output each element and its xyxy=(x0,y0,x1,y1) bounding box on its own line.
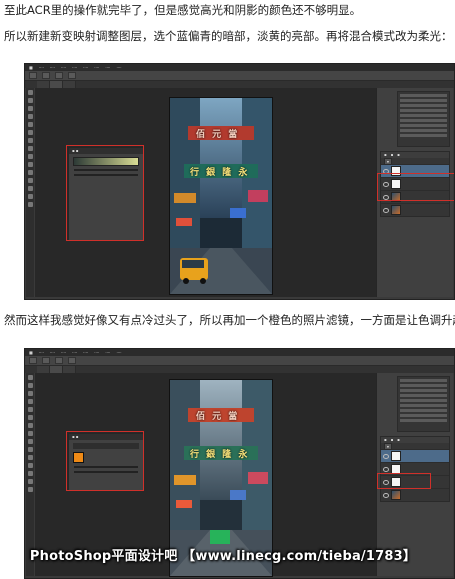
filter-color-swatch[interactable] xyxy=(73,452,84,463)
menu-bar: ■ ···· ···· ···· ···· ···· ···· ···· ···· xyxy=(25,349,454,356)
watermark: PhotoShop平面设计吧 【www.linecg.com/tieba/178… xyxy=(29,549,417,564)
blend-mode-dropdown[interactable]: ▾ xyxy=(384,158,392,165)
sign-mid: 行 銀 隆 永 xyxy=(190,168,250,178)
eye-icon[interactable] xyxy=(383,479,389,485)
density-slider[interactable] xyxy=(74,466,138,468)
document-tabs xyxy=(25,366,454,373)
eye-icon[interactable] xyxy=(383,181,389,187)
layer-thumbnail xyxy=(391,451,401,461)
layer-row[interactable] xyxy=(381,177,449,190)
eye-icon[interactable] xyxy=(383,453,389,459)
preserve-luminosity-option[interactable] xyxy=(74,471,138,473)
layer-thumbnail xyxy=(391,205,401,215)
history-panel xyxy=(397,91,450,147)
photoshop-screenshot-gradient-map: ■ ···· ···· ···· ···· ···· ···· ···· ···· xyxy=(24,63,455,300)
street-photo: 佰 元 當 行 銀 隆 永 xyxy=(169,97,273,295)
layer-thumbnail xyxy=(391,179,401,189)
options-bar xyxy=(25,71,454,81)
gradient-map-paragraph: 所以新建新变映射调整图层，选个蓝偏青的暗部，淡黄的亮部。再将混合模式改为柔光： xyxy=(4,29,453,43)
layer-gradient-map[interactable] xyxy=(381,462,449,475)
eye-icon[interactable] xyxy=(383,207,389,213)
properties-panel-gradient-map: ▪ ▪ xyxy=(68,147,144,241)
right-panels: ▪ ▪ ▪ ▾ xyxy=(376,88,453,297)
eye-icon[interactable] xyxy=(383,194,389,200)
document-tabs xyxy=(25,81,454,88)
layer-thumbnail xyxy=(391,192,401,202)
properties-header: ▪ ▪ xyxy=(69,434,143,440)
eye-icon[interactable] xyxy=(383,466,389,472)
layer-thumbnail xyxy=(391,464,401,474)
layer-row[interactable] xyxy=(381,475,449,488)
properties-panel-photo-filter: ▪ ▪ xyxy=(68,433,144,491)
layer-background[interactable] xyxy=(381,203,449,216)
options-bar xyxy=(25,356,454,366)
layer-row[interactable] xyxy=(381,190,449,203)
layer-thumbnail xyxy=(391,166,401,176)
layer-photo-filter[interactable] xyxy=(381,449,449,462)
eye-icon[interactable] xyxy=(383,492,389,498)
layer-background[interactable] xyxy=(381,488,449,501)
reverse-option[interactable] xyxy=(74,174,138,176)
layers-panel: ▪ ▪ ▪ ▾ xyxy=(380,436,450,502)
history-panel xyxy=(397,376,450,432)
gradient-preview[interactable] xyxy=(73,157,139,166)
dither-option[interactable] xyxy=(74,169,138,171)
blend-mode-dropdown[interactable]: ▾ xyxy=(384,443,392,450)
layer-thumbnail xyxy=(391,490,401,500)
eye-icon[interactable] xyxy=(383,168,389,174)
sign-top: 佰 元 當 xyxy=(196,412,240,422)
sign-mid: 行 銀 隆 永 xyxy=(190,450,250,460)
layer-thumbnail xyxy=(391,477,401,487)
layers-panel: ▪ ▪ ▪ ▾ xyxy=(380,151,450,217)
menu-bar: ■ ···· ···· ···· ···· ···· ···· ···· ···· xyxy=(25,64,454,71)
sign-top: 佰 元 當 xyxy=(196,130,240,140)
tools-panel xyxy=(26,88,34,297)
filter-dropdown[interactable] xyxy=(73,443,139,449)
photo-filter-paragraph: 然而这样我感觉好像又有点冷过头了，所以再加一个橙色的照片滤镜，一方面是让色调升起… xyxy=(4,313,455,327)
intro-paragraph: 至此ACR里的操作就完毕了，但是感觉高光和阴影的颜色还不够明显。 xyxy=(4,3,362,17)
properties-header: ▪ ▪ xyxy=(69,148,143,154)
layer-gradient-map[interactable] xyxy=(381,164,449,177)
